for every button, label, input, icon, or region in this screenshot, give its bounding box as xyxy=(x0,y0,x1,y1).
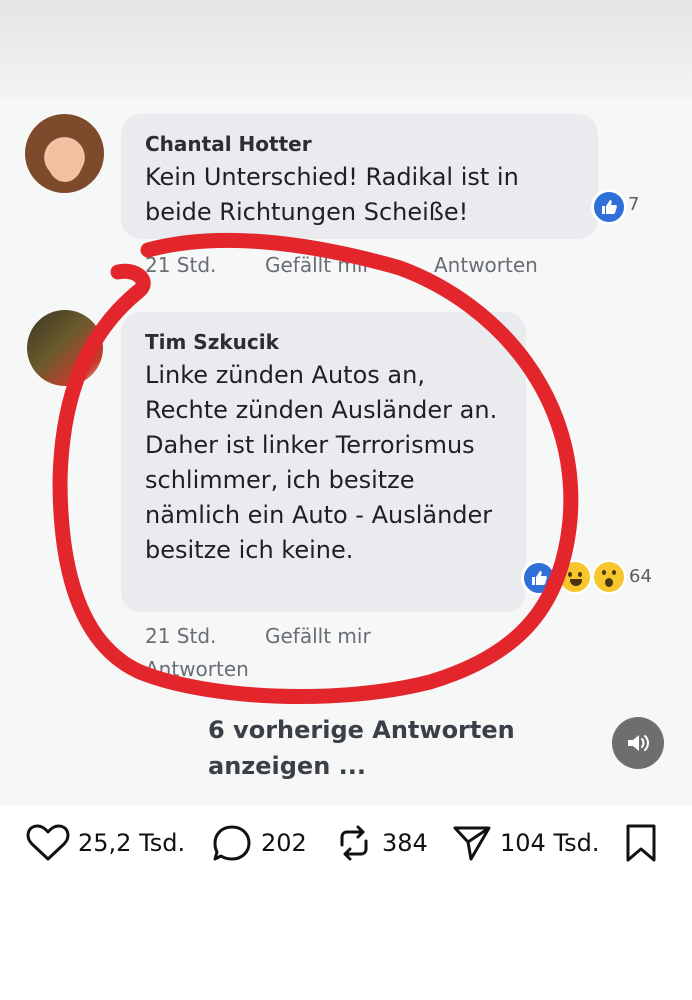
top-blurred-area xyxy=(0,0,692,100)
red-circle-annotation xyxy=(52,232,579,705)
screenshot-image: Chantal Hotter Kein Unterschied! Radikal… xyxy=(0,100,692,805)
show-previous-replies-link[interactable]: 6 vorherige Antworten anzeigen ... xyxy=(208,712,568,784)
share-count: 104 Tsd. xyxy=(500,829,600,857)
comment-button[interactable]: 202 xyxy=(211,823,307,863)
comment-count: 202 xyxy=(261,829,307,857)
post-action-bar: 25,2 Tsd. 202 384 104 Tsd. xyxy=(0,805,692,1000)
sound-toggle-button[interactable] xyxy=(612,717,664,769)
like-count: 25,2 Tsd. xyxy=(78,829,186,857)
like-button[interactable]: 25,2 Tsd. xyxy=(26,823,185,863)
repost-icon xyxy=(340,825,368,861)
bookmark-button[interactable] xyxy=(623,823,659,863)
repost-button[interactable]: 384 xyxy=(334,823,428,863)
bookmark-icon xyxy=(626,824,656,862)
speaker-icon xyxy=(628,735,649,751)
repost-count: 384 xyxy=(382,829,428,857)
share-button[interactable]: 104 Tsd. xyxy=(452,823,600,863)
send-icon xyxy=(453,826,491,861)
comment-bubble-icon xyxy=(213,825,251,861)
heart-icon xyxy=(26,824,70,861)
